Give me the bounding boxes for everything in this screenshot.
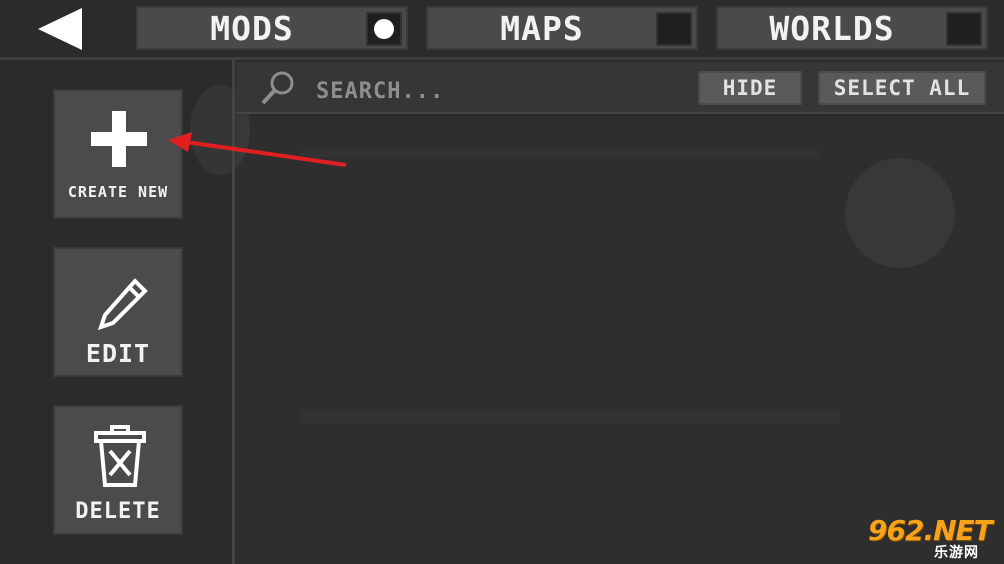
- pencil-icon: [97, 278, 148, 331]
- delete-label: DELETE: [75, 499, 161, 524]
- tab-maps-radio[interactable]: [656, 12, 692, 46]
- delete-button[interactable]: DELETE: [53, 405, 183, 535]
- tab-maps[interactable]: MAPS: [426, 6, 698, 50]
- selected-dot-icon: [374, 19, 394, 39]
- select-all-button[interactable]: SELECT ALL: [818, 71, 986, 105]
- magnifier-icon: [261, 71, 294, 105]
- background-lamp: [845, 158, 955, 268]
- background-shelf: [300, 150, 820, 158]
- top-bar-divider: [0, 57, 1004, 60]
- sidebar-divider: [232, 60, 235, 564]
- tab-mods-radio[interactable]: [366, 12, 402, 46]
- top-bar: MODS MAPS WORLDS: [0, 0, 1004, 58]
- tab-worlds-label: WORLDS: [769, 9, 895, 48]
- create-new-label: CREATE NEW: [67, 183, 169, 201]
- background-bench: [300, 410, 840, 424]
- trash-icon: [94, 425, 146, 487]
- tab-worlds-radio[interactable]: [946, 12, 982, 46]
- watermark-sub-text: 乐游网: [934, 545, 979, 561]
- tab-worlds[interactable]: WORLDS: [716, 6, 988, 50]
- watermark-logo: 962.NET 乐游网: [864, 512, 1000, 562]
- plus-icon: [91, 111, 147, 167]
- tab-mods[interactable]: MODS: [136, 6, 408, 50]
- edit-button[interactable]: EDIT: [53, 247, 183, 377]
- edit-label: EDIT: [85, 339, 151, 368]
- search-input[interactable]: [316, 74, 676, 108]
- hide-button[interactable]: HIDE: [698, 71, 802, 105]
- tab-mods-label: MODS: [210, 9, 294, 48]
- tab-maps-label: MAPS: [500, 9, 584, 48]
- create-new-button[interactable]: CREATE NEW: [53, 89, 183, 219]
- back-button[interactable]: [30, 6, 88, 52]
- back-triangle-icon: [38, 8, 82, 50]
